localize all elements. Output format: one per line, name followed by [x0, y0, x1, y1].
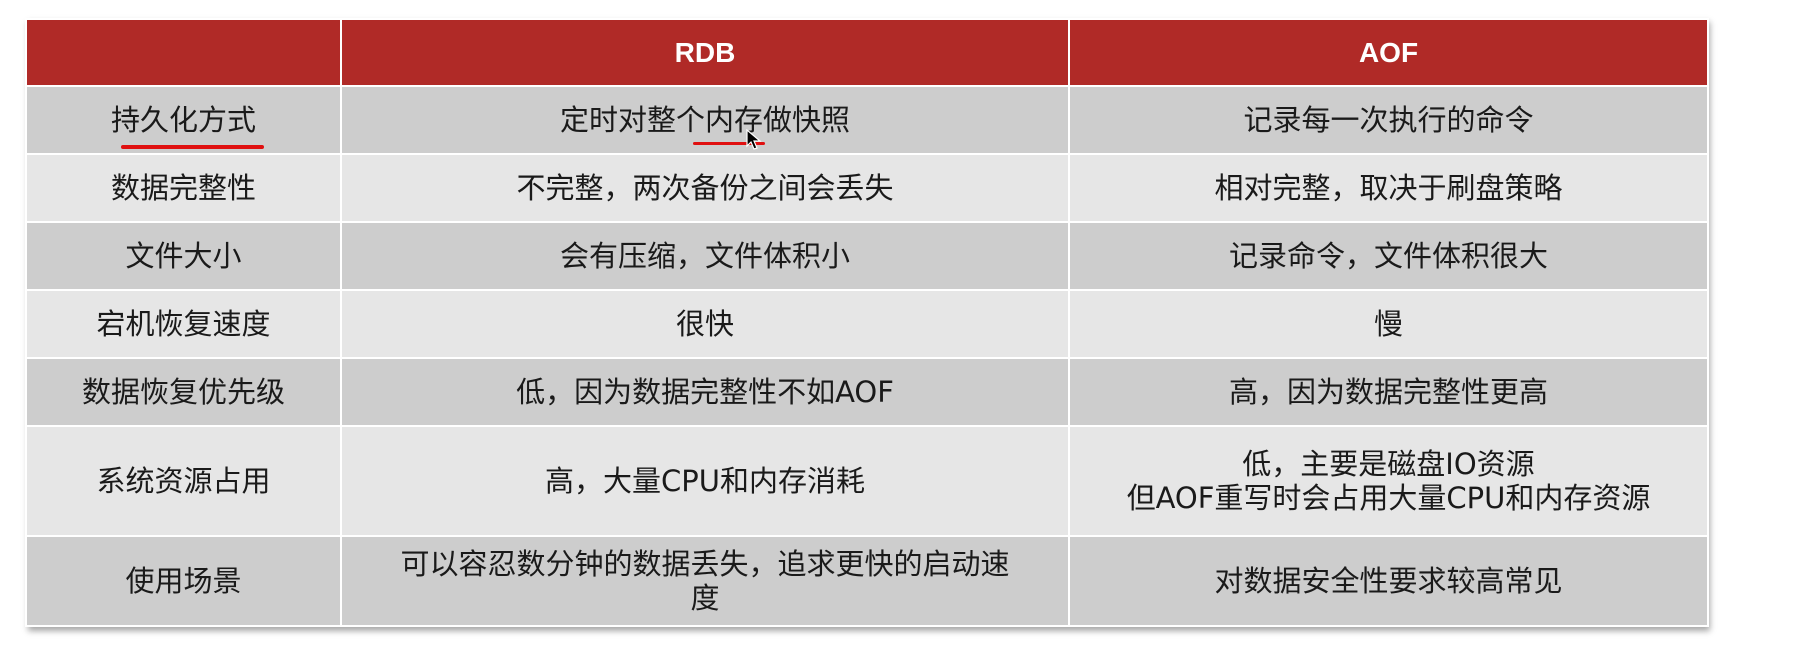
table-row: 宕机恢复速度 很快 慢: [25, 289, 1709, 359]
header-rdb: RDB: [340, 18, 1070, 87]
aof-cell: 记录命令，文件体积很大: [1068, 221, 1709, 291]
rdb-cell: 很快: [340, 289, 1070, 359]
table-row: 数据完整性 不完整，两次备份之间会丢失 相对完整，取决于刷盘策略: [25, 153, 1709, 223]
table-row: 文件大小 会有压缩，文件体积小 记录命令，文件体积很大: [25, 221, 1709, 291]
aof-cell-line: 低，主要是磁盘IO资源: [1242, 447, 1535, 481]
aof-cell: 慢: [1068, 289, 1709, 359]
table-row: 使用场景 可以容忍数分钟的数据丢失，追求更快的启动速 度 对数据安全性要求较高常…: [25, 535, 1709, 627]
underlined-label: 持久化方式: [110, 103, 264, 149]
aof-cell: 高，因为数据完整性更高: [1068, 357, 1709, 427]
aof-cell-line: 但AOF重写时会占用大量CPU和内存资源: [1126, 481, 1651, 515]
comparison-table-wrapper: RDB AOF 持久化方式 定时对整个内存做快照 记录每一次执行的命令 数据完整…: [25, 18, 1709, 627]
aof-cell: 记录每一次执行的命令: [1068, 85, 1709, 155]
table-row: 系统资源占用 高，大量CPU和内存消耗 低，主要是磁盘IO资源 但AOF重写时会…: [25, 425, 1709, 537]
rdb-cell-content: 定时对整个内存做快照: [559, 103, 850, 150]
rdb-cell-line: 可以容忍数分钟的数据丢失，追求更快的启动速: [400, 547, 1010, 581]
row-label: 数据完整性: [25, 153, 342, 223]
rdb-cell: 高，大量CPU和内存消耗: [340, 425, 1070, 537]
slide: RDB AOF 持久化方式 定时对整个内存做快照 记录每一次执行的命令 数据完整…: [0, 0, 1797, 667]
row-label: 数据恢复优先级: [25, 357, 342, 427]
row-label: 宕机恢复速度: [25, 289, 342, 359]
row-label: 系统资源占用: [25, 425, 342, 537]
table-row: 数据恢复优先级 低，因为数据完整性不如AOF 高，因为数据完整性更高: [25, 357, 1709, 427]
rdb-aof-comparison-table: RDB AOF 持久化方式 定时对整个内存做快照 记录每一次执行的命令 数据完整…: [25, 18, 1709, 627]
rdb-cell-line: 度: [690, 581, 720, 615]
header-aof: AOF: [1068, 18, 1709, 87]
rdb-cell: 低，因为数据完整性不如AOF: [340, 357, 1070, 427]
header-row: RDB AOF: [25, 18, 1709, 87]
row-label: 文件大小: [25, 221, 342, 291]
rdb-cell: 不完整，两次备份之间会丢失: [340, 153, 1070, 223]
row-label: 持久化方式: [25, 85, 342, 155]
rdb-cell: 可以容忍数分钟的数据丢失，追求更快的启动速 度: [340, 535, 1070, 627]
row-label-text: 持久化方式: [110, 103, 256, 137]
rdb-cell: 定时对整个内存做快照: [340, 85, 1070, 155]
row-label: 使用场景: [25, 535, 342, 627]
header-empty-cell: [25, 18, 342, 87]
aof-cell: 对数据安全性要求较高常见: [1068, 535, 1709, 627]
aof-cell: 相对完整，取决于刷盘策略: [1068, 153, 1709, 223]
aof-cell: 低，主要是磁盘IO资源 但AOF重写时会占用大量CPU和内存资源: [1068, 425, 1709, 537]
rdb-cell-text: 定时对整个内存做快照: [559, 103, 850, 137]
red-underline-annotation: [120, 145, 264, 149]
rdb-cell: 会有压缩，文件体积小: [340, 221, 1070, 291]
table-row: 持久化方式 定时对整个内存做快照 记录每一次执行的命令: [25, 85, 1709, 155]
